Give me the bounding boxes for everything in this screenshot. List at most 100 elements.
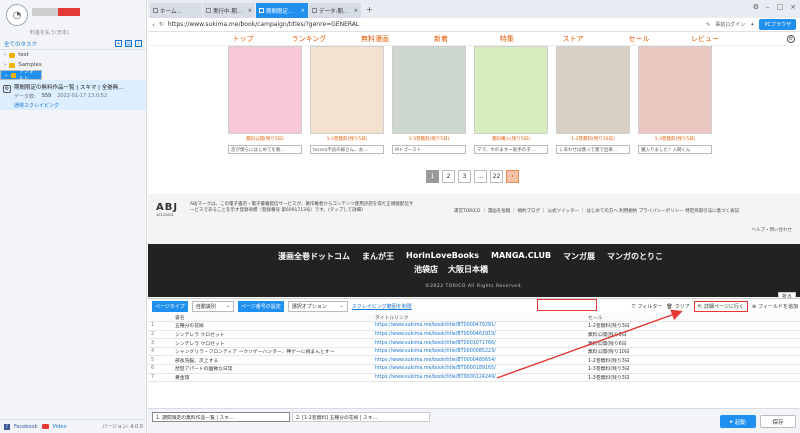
all-tasks-label[interactable]: 全てのタスク	[4, 40, 37, 48]
gear-icon[interactable]: ⚙	[787, 34, 795, 43]
table-row[interactable]: 1 五種分の花嫁 https://www.sukima.me/book/title/…	[148, 321, 800, 331]
back-icon[interactable]: ‹	[152, 21, 155, 29]
site-nav-item[interactable]: トップ	[210, 34, 276, 44]
book-item[interactable]: 無料公開(残り5日) 恋が僕らにはじめてを教...	[228, 46, 302, 164]
row-number[interactable]: 6	[148, 364, 172, 374]
sale-cell[interactable]: 1-2巻無料(残り3日	[585, 355, 800, 366]
book-title-cell[interactable]: シャングリラ・フロンティア ～クソゲーハンター、神ゲーに挑まんとす～	[172, 347, 372, 357]
row-number[interactable]: 4	[148, 347, 172, 357]
tab-home[interactable]: ホーム...	[150, 3, 202, 18]
settings-icon[interactable]: ⚙	[753, 3, 759, 11]
table-row[interactable]: 2 シンデレラ クロゼット https://www.sukima.me/book/t…	[148, 330, 800, 340]
title-link-cell[interactable]: https://www.sukima.me/book/title/BT00001…	[372, 364, 585, 374]
sale-cell[interactable]: 1-3巻無料(残り3日	[585, 373, 800, 383]
brand-logo[interactable]: 池袋店	[414, 264, 438, 275]
book-title-field[interactable]: Mドゴースト	[392, 145, 466, 154]
pc-browser-button[interactable]: PCブラウザ	[759, 19, 796, 30]
footer-links[interactable]: 運営TORICO ｜ 漫画を投稿 ｜ 規約ブログ ｜ 公式ツイッター ｜ はじめ…	[454, 208, 739, 214]
book-cover[interactable]	[638, 46, 712, 134]
tab-running[interactable]: 実行中:期... ×	[203, 3, 255, 18]
close-icon[interactable]: ×	[354, 8, 358, 14]
brand-logo[interactable]: MANGA.CLUB	[491, 251, 551, 262]
row-number[interactable]: 5	[148, 355, 172, 366]
limit-scrape-range-link[interactable]: スクレイピング範囲を制限	[352, 303, 412, 310]
close-window-icon[interactable]: ×	[790, 3, 796, 11]
book-title-cell[interactable]: 琵琶アパートの幽微な日常	[172, 364, 372, 374]
tree-item-test[interactable]: › test	[0, 50, 146, 60]
book-item[interactable]: 1-3巻無料(残り5日) Mドゴースト	[392, 46, 466, 164]
table-row[interactable]: 4 シャングリラ・フロンティア ～クソゲーハンター、神ゲーに挑まんとす～ https…	[148, 347, 800, 357]
title-link-cell[interactable]: https://www.sukima.me/book/title/BT00010…	[372, 338, 585, 348]
reload-icon[interactable]: ↻	[159, 21, 164, 28]
url-input[interactable]: https://www.sukima.me/book/campaign/titl…	[168, 21, 702, 28]
brand-logo[interactable]: まんが王	[362, 251, 394, 262]
maximize-icon[interactable]: □	[777, 3, 784, 11]
title-link-cell[interactable]: https://www.sukima.me/book/title/BT00004…	[372, 321, 585, 331]
brand-logo[interactable]: 漫画全巻ドットコム	[278, 251, 350, 262]
row-number[interactable]: 7	[148, 373, 172, 383]
page-button[interactable]: 2	[442, 170, 455, 183]
book-title-cell[interactable]: 黄金旅	[172, 373, 372, 383]
book-cover[interactable]	[392, 46, 466, 134]
facebook-link[interactable]: Facebook	[14, 424, 38, 430]
site-nav-item[interactable]: ランキング	[276, 34, 342, 44]
book-cover[interactable]	[228, 46, 302, 134]
book-title-field[interactable]: tocoro不良の嫁さん、お...	[310, 145, 384, 154]
page-tab[interactable]: 2. [1-2巻無料] 五種分の花嫁 | スキ...	[292, 412, 430, 422]
page-number-select[interactable]: 選択オプション ⌄	[287, 300, 348, 312]
table-row[interactable]: 5 部長洗脳、次上する https://www.sukima.me/book/tit…	[148, 355, 800, 366]
brand-logo[interactable]: マンガ展	[563, 251, 595, 262]
title-link-cell[interactable]: https://www.sukima.me/book/title/BT00001…	[372, 373, 585, 383]
site-nav-item[interactable]: レビュー	[672, 34, 738, 44]
new-task-icon[interactable]: +	[115, 40, 122, 47]
book-title-field[interactable]: 恋が僕らにはじめてを教...	[228, 145, 302, 154]
book-title-cell[interactable]: 部長洗脳、次上する	[172, 355, 372, 366]
page-button[interactable]: 3	[458, 170, 471, 183]
table-row[interactable]: 6 琵琶アパートの幽微な日常 https://www.sukima.me/book/…	[148, 364, 800, 374]
page-button[interactable]: 1	[426, 170, 439, 183]
book-title-field[interactable]: 魔入りました！入間くん	[638, 145, 712, 154]
puzzle-icon[interactable]: ✦	[750, 22, 754, 28]
site-nav-item[interactable]: 特集	[474, 34, 540, 44]
book-cover[interactable]	[310, 46, 384, 134]
book-title-cell[interactable]: シンデレラ クロゼット	[172, 338, 372, 348]
abj-description[interactable]: ABJマークは、この電子書店・電子書籍配信サービスが、著作権者からコンテンツ使用…	[190, 202, 415, 214]
video-link[interactable]: Video	[53, 424, 67, 430]
title-link-cell[interactable]: https://www.sukima.me/book/title/BT00004…	[372, 330, 585, 340]
book-title-field[interactable]: ママ、やのますー助手の子...	[474, 145, 548, 154]
help-link[interactable]: ヘルプ・問い合わせ	[752, 227, 793, 233]
clear-button[interactable]: 🗑 クリア	[666, 303, 689, 311]
book-title-cell[interactable]: シンデレラ クロゼット	[172, 330, 372, 340]
site-nav-item[interactable]: 無料漫画	[342, 34, 408, 44]
title-link-cell[interactable]: https://www.sukima.me/book/title/BT00004…	[372, 355, 585, 366]
import-icon[interactable]: ⇩	[135, 40, 142, 47]
new-folder-icon[interactable]: ▤	[125, 40, 132, 47]
sale-cell[interactable]: 1-2巻無料(残り3日	[585, 321, 800, 331]
add-field-button[interactable]: ⊕ フィールドを追加	[752, 303, 798, 311]
close-icon[interactable]: ×	[301, 8, 305, 14]
book-item[interactable]: 無料購入(残り5日) ママ、やのますー助手の子...	[474, 46, 548, 164]
table-row[interactable]: 7 黄金旅 https://www.sukima.me/book/title/BT0…	[148, 373, 800, 383]
tab-campaign[interactable]: 期間限定... ×	[256, 3, 308, 18]
row-number[interactable]: 2	[148, 330, 172, 340]
plan-link[interactable]: 料金を払う(日本)	[30, 29, 69, 36]
start-button[interactable]: ▸ 起動	[720, 415, 756, 428]
page-type-select[interactable]: 自動識別 ⌄	[191, 300, 234, 312]
brand-logo[interactable]: 大阪日本橋	[448, 264, 488, 275]
page-tab[interactable]: 1. 期間限定の無料作品一覧 | スキ...	[152, 412, 290, 422]
add-tab-icon[interactable]: +	[362, 5, 377, 14]
close-icon[interactable]: ×	[248, 8, 252, 14]
column-header[interactable]: セール	[585, 313, 800, 323]
column-header[interactable]: 書名	[172, 313, 372, 323]
sale-cell[interactable]: 無料公開(残り6日	[585, 330, 800, 340]
row-number[interactable]: 1	[148, 321, 172, 331]
task-item[interactable]: ⚙ 期間限定の無料作品一覧 | スキマ | 全巻無... データ数: 559 2…	[0, 80, 146, 110]
table-row[interactable]: 3 シンデレラ クロゼット https://www.sukima.me/book/t…	[148, 338, 800, 348]
row-number[interactable]: 3	[148, 338, 172, 348]
next-page-button[interactable]: ›	[506, 170, 519, 183]
site-nav-item[interactable]: ストア	[540, 34, 606, 44]
abj-logo[interactable]: ABJ 10121001	[156, 202, 178, 217]
book-item[interactable]: 1-2巻無料(残り5日) tocoro不良の嫁さん、お...	[310, 46, 384, 164]
book-title-cell[interactable]: 五種分の花嫁	[172, 321, 372, 331]
title-link-cell[interactable]: https://www.sukima.me/book/title/BT00000…	[372, 347, 585, 357]
